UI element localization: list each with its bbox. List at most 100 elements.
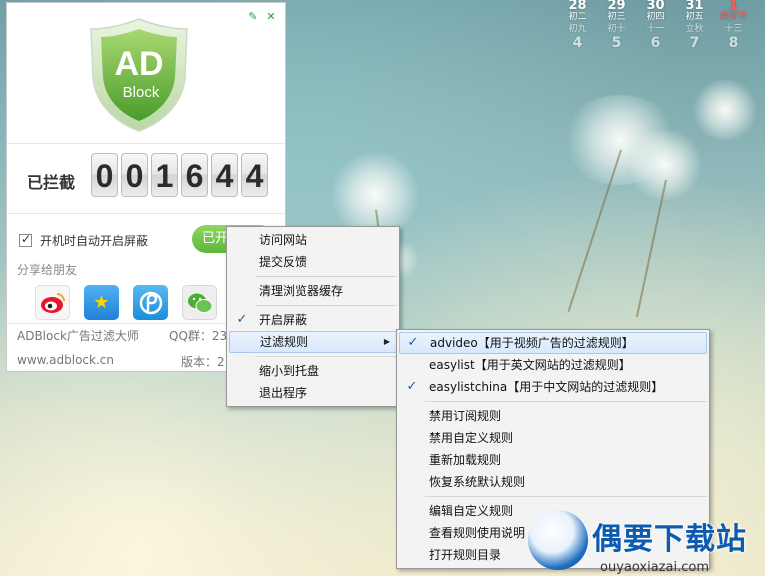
calendar-day: 29 初三: [597, 0, 636, 23]
counter-digit: 4: [241, 153, 268, 197]
blocked-count-label: 已拦截: [27, 173, 76, 192]
calendar-day: 初十 5: [597, 23, 636, 51]
menu-separator: [255, 305, 397, 306]
calendar-lunar-date: 十三: [724, 24, 743, 34]
calendar-day-number: 29: [607, 0, 626, 13]
checkmark-icon: ✓: [406, 379, 418, 394]
menu-separator: [425, 496, 707, 497]
calendar-lunar-date: 初五: [685, 12, 704, 22]
calendar-day-number: 6: [650, 35, 661, 51]
counter-digit: 0: [121, 153, 148, 197]
filter-rule-item[interactable]: 禁用自定义规则: [397, 427, 709, 449]
menu-item-label: 提交反馈: [259, 255, 308, 269]
version-label: 版本：2: [181, 355, 225, 369]
menu-item-label: 查看规则使用说明: [429, 526, 526, 540]
watermark-logo-icon: [528, 510, 588, 570]
calendar-day-number: 31: [685, 0, 704, 13]
menu-item-label: 过滤规则: [260, 335, 309, 349]
calendar-day-number: 4: [572, 35, 583, 51]
context-menu-item[interactable]: 清理浏览器缓存: [227, 280, 399, 302]
logo-text-block: Block: [123, 84, 160, 101]
calendar-row: 28 初二 29 初三 30 初四 31 初五 1 建军节: [558, 0, 765, 23]
menu-item-label: 清理浏览器缓存: [259, 284, 344, 298]
divider: [7, 213, 285, 214]
watermark-title: 偶要下载站: [592, 522, 747, 557]
calendar-day: 十一 6: [636, 23, 675, 51]
desktop-calendar-widget: 28 初二 29 初三 30 初四 31 初五 1 建军节 初九 4 初十 5 十一 6 立秋 7 十三 8: [558, 0, 765, 54]
calendar-lunar-date: 立秋: [685, 24, 704, 34]
tencent-weibo-icon[interactable]: [133, 285, 168, 320]
filter-rule-item[interactable]: ✓ easylistchina【用于中文网站的过滤规则】: [397, 376, 709, 398]
autostart-option[interactable]: 开机时自动开启屏蔽: [19, 232, 148, 249]
menu-item-label: 退出程序: [259, 386, 308, 400]
calendar-day: 28 初二: [558, 0, 597, 23]
counter-digit: 0: [91, 153, 118, 197]
divider: [7, 143, 285, 144]
weibo-icon[interactable]: [35, 285, 70, 320]
menu-item-label: 恢复系统默认规则: [429, 475, 526, 489]
watermark-url: ouyaoxiazai.com: [600, 560, 709, 575]
menu-item-label: 重新加载规则: [429, 453, 502, 467]
filter-rule-item[interactable]: easylist【用于英文网站的过滤规则】: [397, 354, 709, 376]
menu-item-label: easylistchina【用于中文网站的过滤规则】: [429, 380, 664, 394]
website-link[interactable]: www.adblock.cn: [17, 353, 114, 367]
dandelion-flower: [690, 80, 760, 140]
calendar-day-number: 28: [568, 0, 587, 13]
logo-text-ad: AD: [114, 45, 163, 83]
calendar-row: 初九 4 初十 5 十一 6 立秋 7 十三 8: [558, 23, 765, 51]
calendar-day-number: 8: [728, 35, 739, 51]
autostart-checkbox[interactable]: [19, 232, 32, 247]
counter-digit: 6: [181, 153, 208, 197]
qq-group: QQ群：23: [169, 329, 228, 343]
calendar-lunar-date: 初四: [646, 12, 665, 22]
counter-digit: 1: [151, 153, 178, 197]
product-name: ADBlock广告过滤大师: [17, 329, 139, 343]
calendar-lunar-date: 初二: [568, 12, 587, 22]
calendar-day: 立秋 7: [675, 23, 714, 51]
menu-item-label: 开启屏蔽: [259, 313, 308, 327]
calendar-day-number: 1: [728, 0, 739, 13]
calendar-day-number: 5: [611, 35, 622, 51]
wechat-icon[interactable]: [182, 285, 217, 320]
site-watermark: 偶要下载站 ouyaoxiazai.com: [528, 510, 758, 576]
filter-rule-item[interactable]: 禁用订阅规则: [397, 405, 709, 427]
context-menu-item[interactable]: 访问网站: [227, 229, 399, 251]
dandelion-stem: [635, 179, 667, 318]
calendar-lunar-date: 初九: [568, 24, 587, 34]
share-icons-row: ★: [35, 285, 239, 320]
calendar-lunar-date: 建军节: [719, 12, 747, 22]
blocked-counter: 001644: [91, 153, 268, 197]
edit-icon[interactable]: ✎: [247, 11, 259, 23]
autostart-label: 开机时自动开启屏蔽: [40, 234, 149, 248]
calendar-day-number: 7: [689, 35, 700, 51]
menu-item-label: 编辑自定义规则: [429, 504, 514, 518]
share-label: 分享给朋友: [17, 263, 78, 277]
context-menu-item[interactable]: 退出程序: [227, 382, 399, 404]
menu-item-label: 禁用订阅规则: [429, 409, 502, 423]
context-menu-item[interactable]: ✓ 开启屏蔽: [227, 309, 399, 331]
close-icon[interactable]: ✕: [265, 11, 277, 23]
menu-item-label: 打开规则目录: [429, 548, 502, 562]
qzone-star-icon[interactable]: ★: [84, 285, 119, 320]
calendar-lunar-date: 初三: [607, 12, 626, 22]
menu-item-label: 禁用自定义规则: [429, 431, 514, 445]
context-menu-item[interactable]: 过滤规则 ▶: [229, 331, 397, 353]
adblock-shield-logo: AD Block: [90, 18, 188, 132]
checkmark-icon: ✓: [236, 312, 248, 327]
calendar-day-number: 30: [646, 0, 665, 13]
context-menu-item[interactable]: 缩小到托盘: [227, 360, 399, 382]
filter-rule-item[interactable]: 恢复系统默认规则: [397, 471, 709, 493]
menu-item-label: advideo【用于视频广告的过滤规则】: [430, 336, 634, 350]
calendar-lunar-date: 十一: [646, 24, 665, 34]
menu-item-label: easylist【用于英文网站的过滤规则】: [429, 358, 631, 372]
tray-context-menu: 访问网站提交反馈清理浏览器缓存 ✓ 开启屏蔽过滤规则 ▶ 缩小到托盘退出程序: [226, 226, 400, 407]
calendar-day: 1 建军节: [714, 0, 753, 23]
filter-rule-item[interactable]: 重新加载规则: [397, 449, 709, 471]
context-menu-item[interactable]: 提交反馈: [227, 251, 399, 273]
menu-separator: [425, 401, 707, 402]
calendar-day: 31 初五: [675, 0, 714, 23]
menu-separator: [255, 276, 397, 277]
calendar-day: 初九 4: [558, 23, 597, 51]
menu-item-label: 缩小到托盘: [259, 364, 320, 378]
filter-rule-item[interactable]: ✓ advideo【用于视频广告的过滤规则】: [399, 332, 707, 354]
